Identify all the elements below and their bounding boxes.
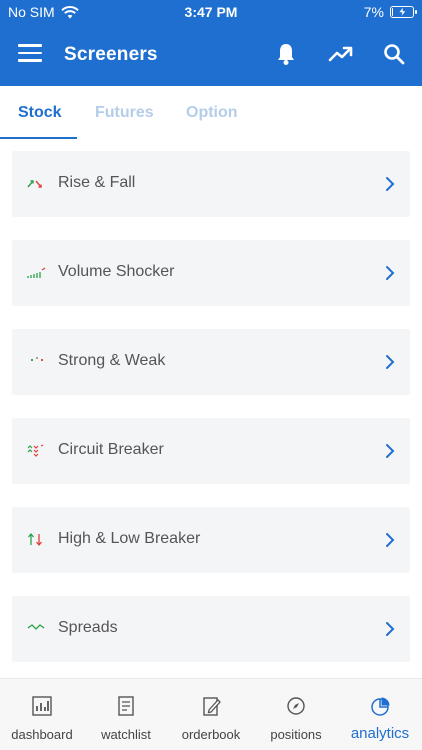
orderbook-icon — [203, 697, 221, 716]
pie-chart-icon — [371, 697, 390, 716]
circuit-breaker-icon — [27, 444, 44, 457]
charging-bolt-icon — [398, 7, 407, 17]
screener-list: Rise & Fall Volume Shocker Strong & Weak — [0, 140, 422, 678]
nav-watchlist[interactable]: watchlist — [84, 679, 168, 750]
battery-fill — [392, 8, 393, 16]
nav-positions[interactable]: positions — [254, 679, 338, 750]
list-item-strong-weak[interactable]: Strong & Weak — [12, 329, 410, 395]
active-tab-indicator — [0, 137, 77, 139]
watchlist-icon — [118, 696, 134, 716]
list-item-label: High & Low Breaker — [58, 530, 201, 547]
list-item-label: Rise & Fall — [58, 174, 136, 191]
page-title: Screeners — [64, 44, 158, 65]
chevron-right-icon — [386, 266, 395, 280]
chevron-right-icon — [386, 622, 395, 636]
spreads-icon — [27, 624, 45, 630]
list-item-label: Strong & Weak — [58, 352, 166, 369]
nav-label: analytics — [350, 725, 410, 742]
list-item-rise-fall[interactable]: Rise & Fall — [12, 151, 410, 217]
nav-label: dashboard — [11, 727, 73, 742]
rise-fall-icon — [27, 180, 42, 188]
trending-up-icon[interactable] — [325, 38, 357, 70]
chevron-right-icon — [386, 444, 395, 458]
chevron-right-icon — [386, 177, 395, 191]
battery-icon — [390, 6, 417, 18]
status-bar: No SIM 3:47 PM 7% — [0, 0, 422, 26]
battery-percent: 7% — [363, 4, 384, 20]
high-low-breaker-icon — [28, 532, 42, 547]
dashboard-icon — [32, 696, 52, 716]
list-item-high-low-breaker[interactable]: High & Low Breaker — [12, 507, 410, 573]
nav-dashboard[interactable]: dashboard — [0, 679, 84, 750]
menu-icon[interactable] — [18, 44, 44, 64]
bottom-navigation: dashboard watchlist orderbook positions … — [0, 678, 422, 750]
tab-futures[interactable]: Futures — [95, 104, 154, 122]
list-item-circuit-breaker[interactable]: Circuit Breaker — [12, 418, 410, 484]
battery-indicator: 7% — [363, 4, 417, 20]
tab-option[interactable]: Option — [186, 104, 238, 122]
list-item-label: Circuit Breaker — [58, 441, 164, 458]
nav-orderbook[interactable]: orderbook — [168, 679, 254, 750]
app-bar: Screeners — [0, 26, 422, 84]
chevron-right-icon — [386, 355, 395, 369]
list-item-label: Spreads — [58, 619, 118, 636]
app-header: No SIM 3:47 PM 7% Screeners — [0, 0, 422, 86]
status-time: 3:47 PM — [184, 4, 238, 20]
nav-label: positions — [270, 727, 322, 742]
nav-label: watchlist — [101, 727, 151, 742]
list-item-volume-shocker[interactable]: Volume Shocker — [12, 240, 410, 306]
chevron-right-icon — [386, 533, 395, 547]
search-icon[interactable] — [378, 38, 410, 70]
screener-tabs: Stock Futures Option — [0, 86, 422, 140]
volume-shocker-icon — [27, 267, 46, 278]
bell-icon[interactable] — [270, 38, 302, 70]
tab-stock[interactable]: Stock — [18, 104, 62, 122]
list-item-label: Volume Shocker — [58, 263, 175, 280]
nav-label: orderbook — [181, 727, 241, 742]
nav-analytics[interactable]: analytics — [338, 679, 422, 750]
strong-weak-icon — [30, 357, 44, 362]
compass-icon — [287, 697, 305, 715]
list-item-spreads[interactable]: Spreads — [12, 596, 410, 662]
